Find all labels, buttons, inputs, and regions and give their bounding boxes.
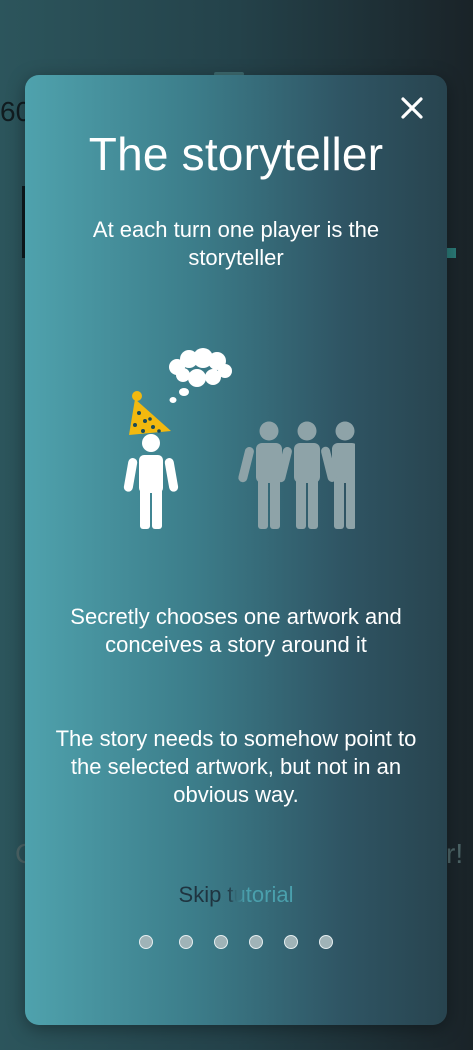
- tutorial-modal: The storyteller At each turn one player …: [25, 75, 447, 1025]
- skip-tutorial-label: Skip tutorial: [178, 882, 294, 907]
- thought-bubble-icon: [169, 348, 232, 403]
- close-button[interactable]: [397, 93, 427, 123]
- pagination-dot-2[interactable]: [179, 935, 193, 949]
- pagination-dot-5[interactable]: [284, 935, 298, 949]
- pagination-dot-6[interactable]: [319, 935, 333, 949]
- pagination-dots: [25, 935, 447, 953]
- pagination-dot-4[interactable]: [249, 935, 263, 949]
- storyteller-illustration: [123, 348, 355, 529]
- pagination-dot-3[interactable]: [214, 935, 228, 949]
- close-icon: [401, 97, 423, 119]
- storyteller-figure-icon: [123, 434, 179, 529]
- skip-tutorial-link[interactable]: Skip tutorial: [25, 882, 447, 908]
- page-title: The storyteller: [88, 128, 384, 180]
- players-group-icon: [238, 421, 355, 529]
- tutorial-subtitle: At each turn one player is the storytell…: [92, 217, 380, 270]
- tutorial-paragraph-1: Secretly chooses one artwork and conceiv…: [70, 604, 402, 657]
- tutorial-paragraph-2: The story needs to somehow point to the …: [55, 726, 417, 807]
- pagination-dot-1[interactable]: [139, 935, 153, 949]
- background-text-right: r!: [446, 838, 464, 869]
- party-hat-icon: [129, 391, 171, 435]
- background-marker: [446, 248, 456, 258]
